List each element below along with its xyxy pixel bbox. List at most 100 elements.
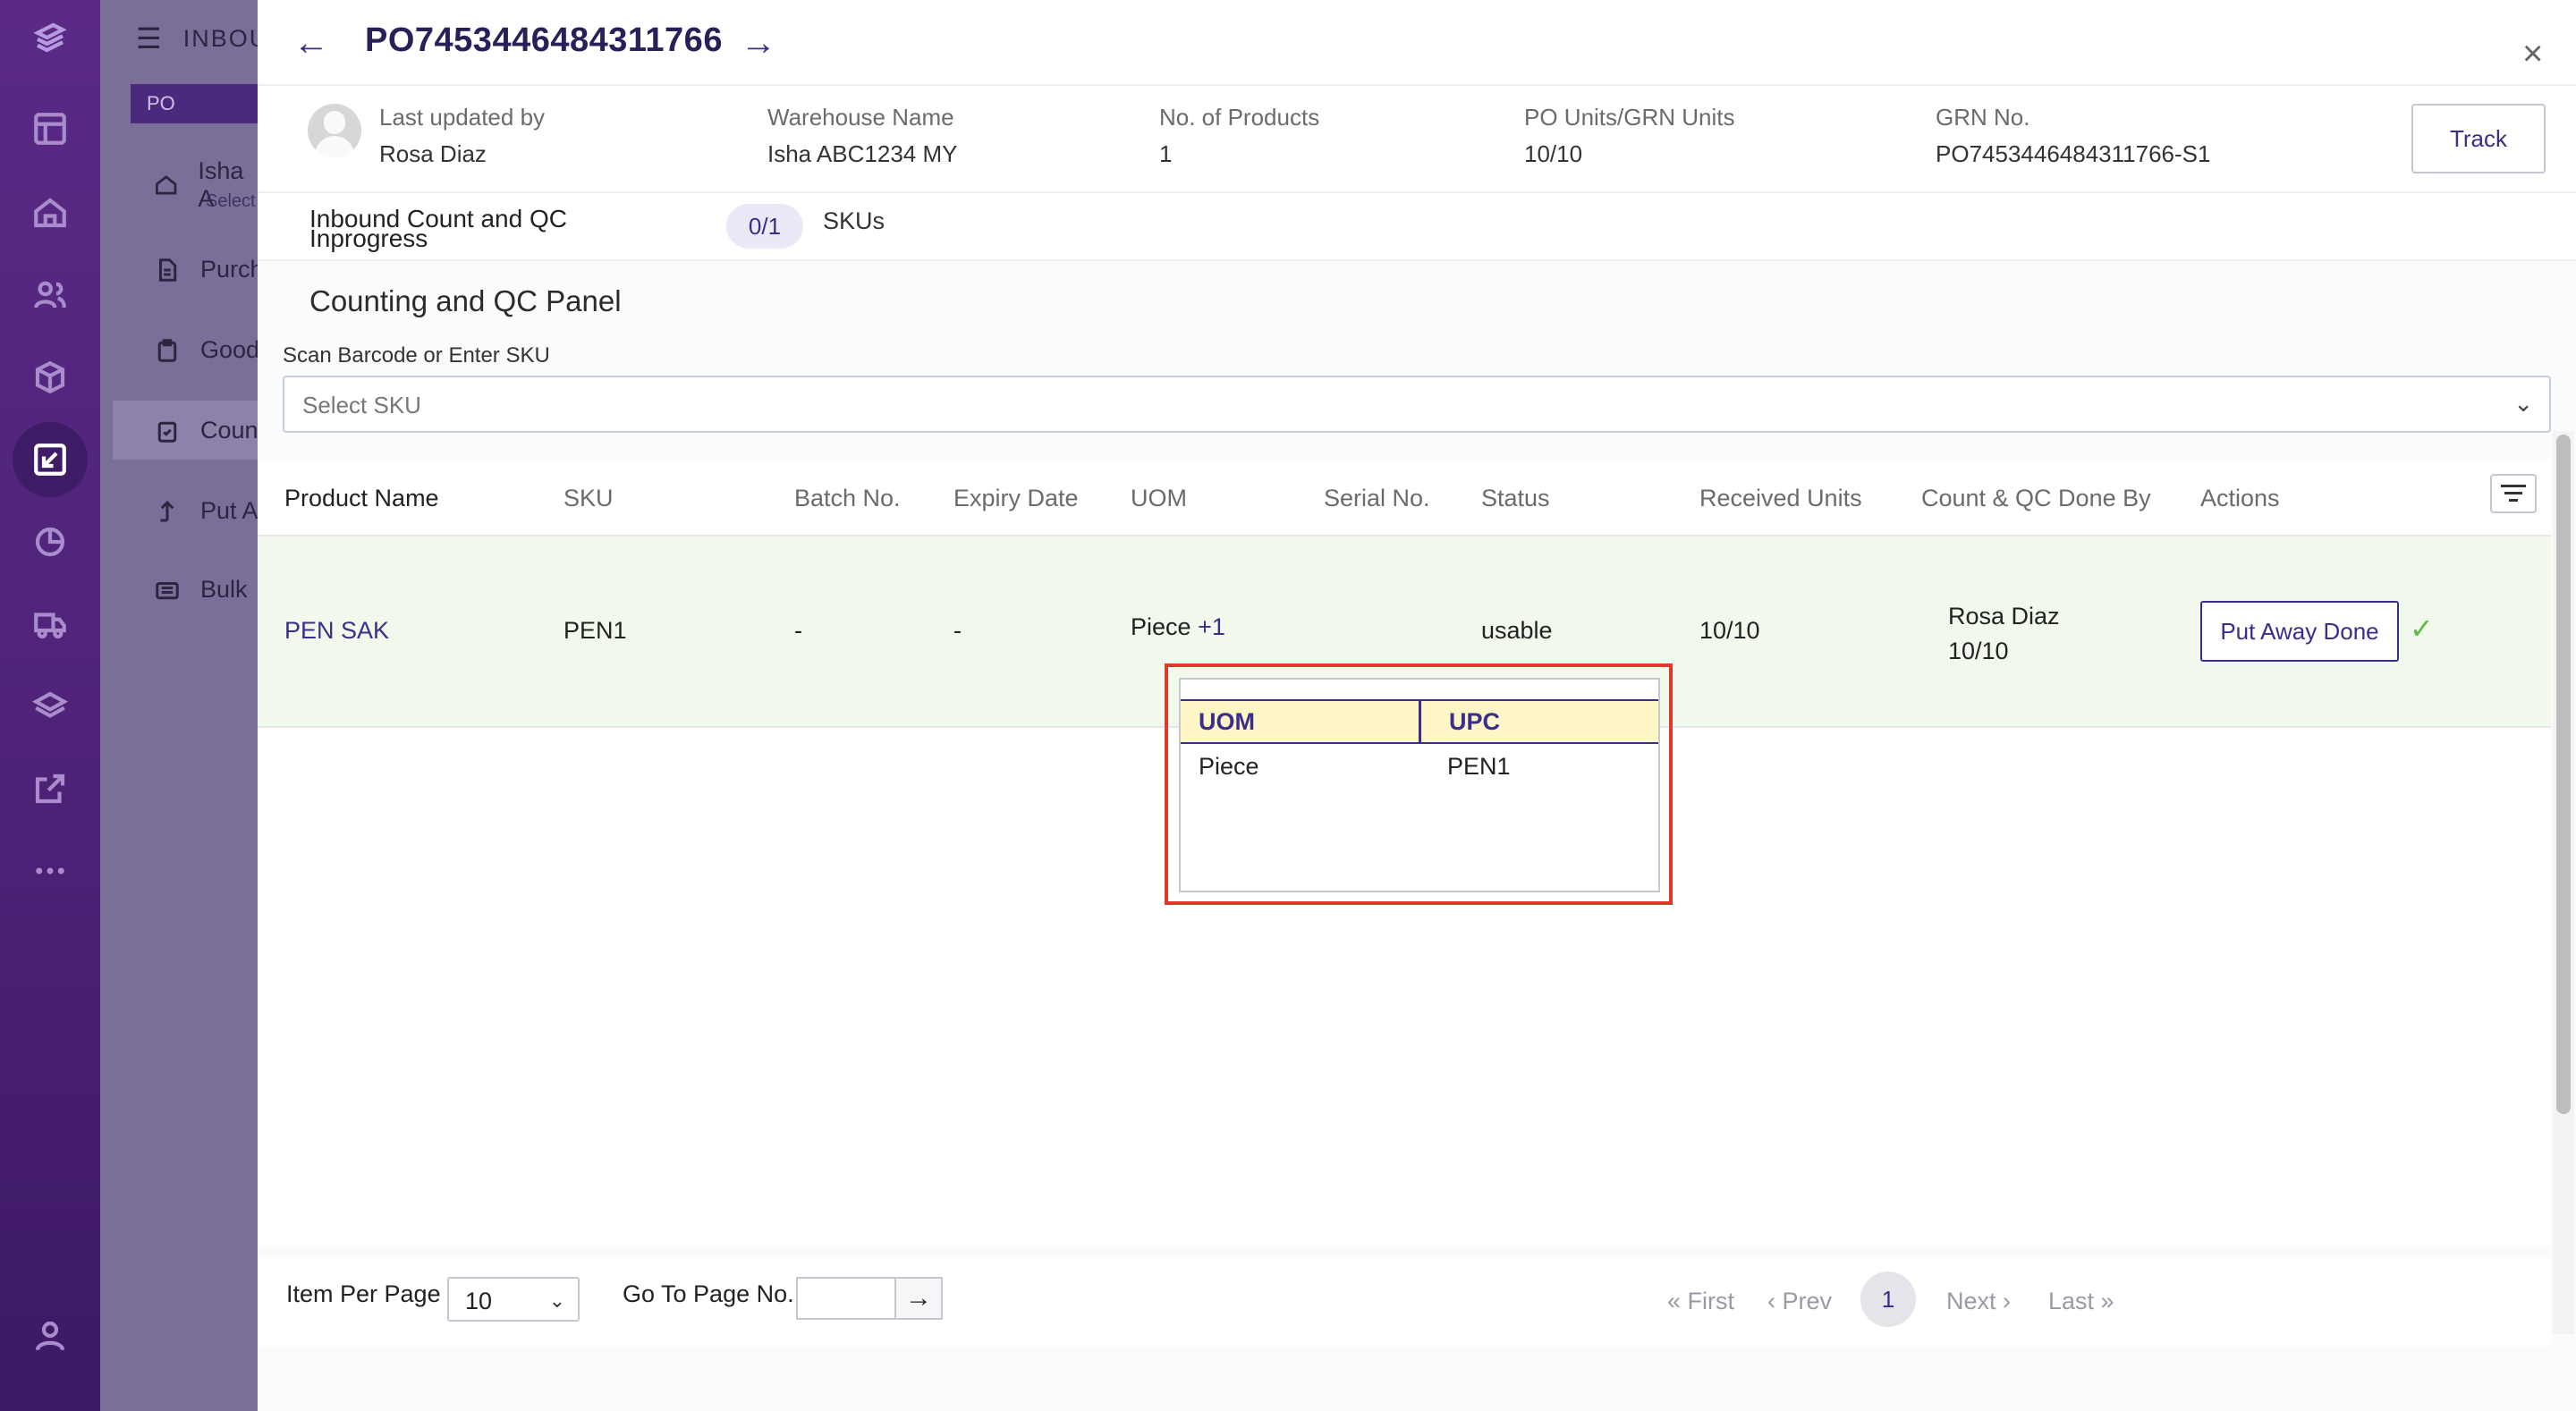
sidebar-item-label: Good	[200, 336, 260, 363]
scan-label: Scan Barcode or Enter SKU	[283, 343, 550, 368]
col-serial: Serial No.	[1324, 485, 1430, 511]
uom-cell: Piece +1	[1131, 613, 1225, 641]
logo-icon[interactable]	[29, 16, 72, 59]
icon-rail	[0, 0, 100, 1411]
qc-panel-title: Counting and QC Panel	[309, 284, 622, 317]
user-icon[interactable]	[29, 1314, 72, 1357]
inbound-icon[interactable]	[29, 438, 72, 481]
product-name-link[interactable]: PEN SAK	[284, 617, 389, 645]
external-link-icon[interactable]	[29, 767, 72, 810]
last-page-button[interactable]: Last »	[2048, 1288, 2114, 1315]
sidebar-item-counting[interactable]: Coun	[154, 417, 258, 444]
received-cell: 10/10	[1699, 617, 1760, 644]
sidebar-po-tab[interactable]: PO	[131, 84, 259, 123]
sidebar: ☰ INBOU PO Isha A Select Purch Good Coun…	[100, 0, 267, 1411]
vertical-scrollbar[interactable]	[2553, 431, 2574, 1334]
menu-icon[interactable]: ☰	[136, 21, 164, 55]
field-label: Last updated by	[379, 104, 546, 131]
more-icon[interactable]	[29, 849, 72, 892]
next-page-button[interactable]: Next ›	[1946, 1288, 2011, 1315]
clipboard-icon	[157, 338, 177, 362]
col-product-name: Product Name	[284, 485, 439, 511]
truck-icon[interactable]	[29, 603, 72, 646]
home-icon	[156, 175, 177, 195]
sidebar-item-label: Coun	[200, 417, 258, 444]
scrollbar-thumb[interactable]	[2556, 435, 2571, 1114]
items-per-page-value: 10	[465, 1288, 493, 1314]
track-button[interactable]: Track	[2411, 104, 2546, 173]
items-per-page-label: Item Per Page	[286, 1280, 441, 1307]
home-icon[interactable]	[29, 191, 72, 234]
field-value: Rosa Diaz	[379, 140, 487, 167]
package-icon[interactable]	[29, 356, 72, 399]
prev-page-button[interactable]: ‹ Prev	[1767, 1288, 1832, 1315]
sidebar-header: ☰ INBOU	[136, 21, 268, 55]
filter-icon[interactable]	[2490, 474, 2537, 513]
sidebar-title: INBOU	[182, 24, 269, 52]
status-cell: usable	[1481, 617, 1553, 644]
field-label: GRN No.	[1936, 104, 2030, 131]
goto-page-button[interactable]: →	[896, 1277, 943, 1320]
clipboard-check-icon	[157, 421, 177, 443]
goto-page-label: Go To Page No.	[623, 1280, 794, 1307]
sidebar-item-putaway[interactable]: Put A	[154, 497, 258, 525]
col-actions: Actions	[2200, 485, 2280, 511]
layers-icon[interactable]	[29, 685, 72, 728]
layout-icon[interactable]	[29, 107, 72, 150]
field-value: Isha ABC1234 MY	[767, 140, 958, 167]
po-detail-drawer: ← PO7453446484311766 → × Last updated by…	[258, 0, 2576, 1411]
inbound-progress-bar: Inbound Count and QC Inprogress 0/1 SKUs	[258, 193, 2576, 261]
next-page-label: Next	[1946, 1288, 1996, 1314]
chevron-down-icon: ⌄	[548, 1289, 565, 1312]
col-expiry: Expiry Date	[953, 485, 1079, 511]
back-arrow-icon[interactable]: ←	[293, 23, 329, 63]
uom-popup: UOM UPC Piece PEN1	[1179, 678, 1660, 892]
done-by-name: Rosa Diaz	[1948, 603, 2060, 629]
col-uom: UOM	[1131, 485, 1187, 511]
document-icon	[159, 258, 177, 282]
col-received: Received Units	[1699, 485, 1862, 511]
sidebar-item-bulk[interactable]: Bulk	[154, 576, 248, 604]
select-sku-dropdown[interactable]: Select SKU ⌄	[283, 376, 2551, 433]
products-count-field: No. of Products 1	[1159, 104, 1319, 168]
putaway-icon	[160, 500, 174, 521]
goto-page-input[interactable]	[796, 1277, 896, 1320]
first-page-button[interactable]: « First	[1667, 1288, 1734, 1315]
grn-field: GRN No. PO7453446484311766-S1	[1936, 104, 2210, 168]
select-sku-placeholder: Select SKU	[302, 392, 421, 418]
uom-popup-col-uom: UOM	[1199, 708, 1255, 735]
users-icon[interactable]	[29, 274, 72, 317]
pagination-footer: Item Per Page 10 ⌄ Go To Page No. → « Fi…	[258, 1257, 2551, 1347]
check-icon: ✓	[2410, 613, 2434, 645]
sidebar-item-goods[interactable]: Good	[154, 336, 259, 364]
col-status: Status	[1481, 485, 1550, 511]
done-by-units: 10/10	[1948, 638, 2009, 664]
sidebar-item-purchase[interactable]: Purch	[154, 256, 264, 283]
batch-cell: -	[794, 617, 802, 644]
units-field: PO Units/GRN Units 10/10	[1524, 104, 1735, 168]
uom-more-link[interactable]: +1	[1198, 613, 1225, 640]
uom-popup-header: UOM UPC	[1181, 699, 1658, 744]
sidebar-select-text: Select	[206, 191, 256, 211]
current-page[interactable]: 1	[1860, 1272, 1916, 1327]
sku-unit-label: SKUs	[823, 207, 886, 234]
avatar	[308, 104, 361, 157]
uom-popup-uom-value: Piece	[1199, 753, 1259, 780]
col-sku: SKU	[564, 485, 614, 511]
po-title: PO7453446484311766	[365, 21, 723, 59]
put-away-done-button[interactable]: Put Away Done	[2200, 601, 2399, 662]
field-label: No. of Products	[1159, 104, 1320, 131]
sku-count-badge: 0/1	[726, 204, 803, 249]
expiry-cell: -	[953, 617, 962, 644]
col-batch: Batch No.	[794, 485, 901, 511]
close-icon[interactable]: ×	[2522, 36, 2543, 72]
field-label: PO Units/GRN Units	[1524, 104, 1735, 131]
chart-icon[interactable]	[29, 520, 72, 563]
field-value: PO7453446484311766-S1	[1936, 140, 2211, 167]
items-per-page-select[interactable]: 10 ⌄	[447, 1277, 580, 1322]
first-page-label: First	[1687, 1288, 1735, 1314]
field-value: 10/10	[1524, 140, 1583, 167]
forward-arrow-icon[interactable]: →	[741, 23, 776, 63]
sku-cell: PEN1	[564, 617, 627, 644]
uom-popup-upc-value: PEN1	[1447, 753, 1511, 780]
